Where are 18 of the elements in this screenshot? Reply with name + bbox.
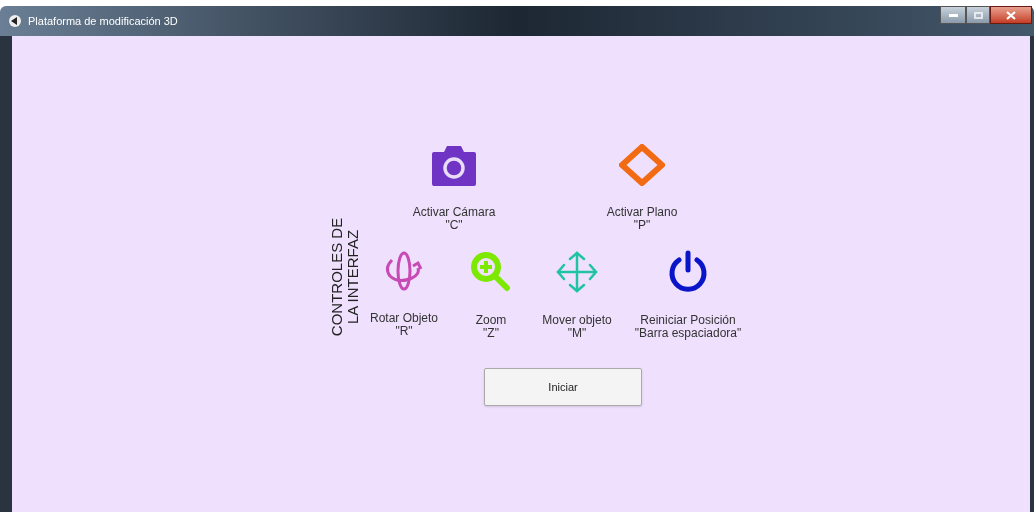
diamond-icon (619, 144, 665, 186)
move-arrows-icon (555, 250, 599, 294)
control-label: Reiniciar Posición "Barra espaciadora" (634, 314, 742, 340)
start-button[interactable]: Iniciar (484, 368, 642, 406)
close-icon (1006, 10, 1016, 20)
heading: CONTROLES DE LA INTERFAZ (328, 216, 361, 339)
control-label: Mover objeto "M" (542, 314, 612, 340)
camera-icon (431, 144, 477, 186)
control-label: Rotar Objeto "R" (369, 312, 438, 338)
zoom-in-icon (469, 250, 513, 294)
app-icon (8, 14, 22, 28)
control-label: Zoom "Z" (475, 314, 507, 340)
maximize-button[interactable] (966, 6, 990, 24)
control-label: Activar Plano "P" (606, 206, 678, 232)
close-button[interactable] (990, 6, 1032, 24)
control-label: Activar Cámara "C" (412, 206, 496, 232)
window-title: Plataforma de modificación 3D (28, 13, 178, 29)
minimize-button[interactable] (940, 6, 966, 24)
